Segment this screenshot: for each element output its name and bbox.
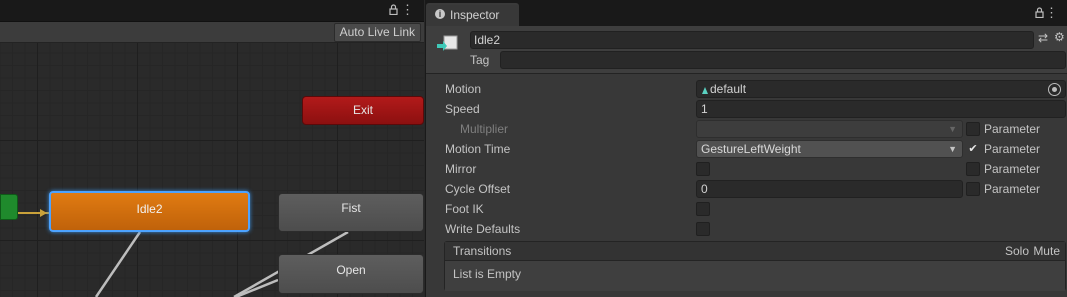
transitions-list: Transitions Solo Mute List is Empty — [444, 241, 1066, 291]
object-picker-icon[interactable] — [1048, 83, 1061, 96]
fist-state-node[interactable]: Fist — [278, 193, 424, 232]
preset-icon[interactable]: ⇄ — [1038, 31, 1048, 45]
state-name-input[interactable]: Idle2 — [470, 31, 1034, 49]
mirror-parameter-checkbox[interactable] — [966, 162, 980, 176]
transitions-solo-header: Solo — [1004, 244, 1029, 258]
cycle-offset-label: Cycle Offset — [445, 182, 511, 196]
foot-ik-checkbox[interactable] — [696, 202, 710, 216]
motion-time-parameter-label: Parameter — [984, 142, 1041, 156]
motion-row: Motion default — [426, 79, 1067, 99]
animator-window: ⋮ Auto Live Link Exit Idle2 Fist Open — [0, 0, 424, 297]
mirror-row: Mirror Parameter — [426, 159, 1067, 179]
motion-time-dropdown[interactable]: GestureLeftWeight ▼ — [696, 140, 963, 158]
cycle-offset-parameter-checkbox[interactable] — [966, 182, 980, 196]
chevron-down-icon: ▼ — [948, 124, 957, 134]
motion-time-parameter-checkbox[interactable]: ✔ — [966, 142, 980, 156]
transitions-mute-header: Mute — [1033, 244, 1060, 258]
lock-icon[interactable] — [1035, 7, 1044, 21]
speed-label: Speed — [445, 102, 480, 116]
motion-time-label: Motion Time — [445, 142, 511, 156]
mirror-checkbox[interactable] — [696, 162, 710, 176]
transitions-empty-text: List is Empty — [453, 267, 522, 281]
cycle-offset-input[interactable]: 0 — [696, 180, 963, 198]
state-header: Idle2 ⇄ ⚙ Tag — [426, 26, 1067, 74]
write-defaults-row: Write Defaults — [426, 219, 1067, 239]
speed-input[interactable]: 1 — [696, 100, 1066, 118]
motion-label: Motion — [445, 82, 482, 96]
motion-value: default — [710, 82, 747, 96]
entry-transition-arrow — [40, 209, 47, 217]
chevron-down-icon: ▼ — [948, 144, 957, 154]
kebab-menu-icon[interactable]: ⋮ — [1045, 6, 1058, 20]
tag-label: Tag — [470, 53, 490, 67]
gear-icon[interactable]: ⚙ — [1054, 30, 1065, 44]
mirror-parameter-label: Parameter — [984, 162, 1041, 176]
transitions-title: Transitions — [453, 244, 512, 258]
transitions-body: List is Empty — [445, 261, 1065, 291]
multiplier-label: Multiplier — [460, 122, 509, 136]
multiplier-dropdown: ▼ — [696, 120, 963, 138]
multiplier-parameter-checkbox[interactable] — [966, 122, 980, 136]
tab-inspector[interactable]: i Inspector — [426, 3, 519, 26]
info-icon: i — [435, 9, 445, 19]
open-state-node[interactable]: Open — [278, 254, 424, 294]
motion-object-field[interactable]: default — [696, 80, 1066, 98]
write-defaults-checkbox[interactable] — [696, 222, 710, 236]
transition-line-idle-down — [94, 231, 142, 297]
cycle-offset-parameter-label: Parameter — [984, 182, 1041, 196]
animation-clip-icon — [702, 87, 708, 94]
transition-links — [18, 209, 349, 297]
motion-time-row: Motion Time GestureLeftWeight ▼ ✔ Parame… — [426, 139, 1067, 159]
foot-ik-row: Foot IK — [426, 199, 1067, 219]
motion-time-value: GestureLeftWeight — [701, 142, 801, 156]
multiplier-parameter-label: Parameter — [984, 122, 1041, 136]
mirror-label: Mirror — [445, 162, 477, 176]
write-defaults-label: Write Defaults — [445, 222, 521, 236]
idle2-state-node[interactable]: Idle2 — [49, 191, 250, 232]
tag-input[interactable] — [500, 51, 1066, 69]
transitions-header: Transitions Solo Mute — [445, 242, 1065, 261]
multiplier-row: Multiplier ▼ Parameter — [426, 119, 1067, 139]
entry-state-node[interactable] — [0, 194, 18, 220]
speed-row: Speed 1 — [426, 99, 1067, 119]
inspector-tab-label: Inspector — [450, 8, 500, 22]
inspector-tab-bar: i Inspector ⋮ — [426, 0, 1067, 26]
foot-ik-label: Foot IK — [445, 202, 484, 216]
inspector-window: i Inspector ⋮ Idle2 ⇄ ⚙ Tag Motion defau… — [425, 0, 1067, 297]
animator-state-icon — [435, 33, 459, 57]
exit-state-node[interactable]: Exit — [302, 96, 424, 125]
cycle-offset-row: Cycle Offset 0 Parameter — [426, 179, 1067, 199]
